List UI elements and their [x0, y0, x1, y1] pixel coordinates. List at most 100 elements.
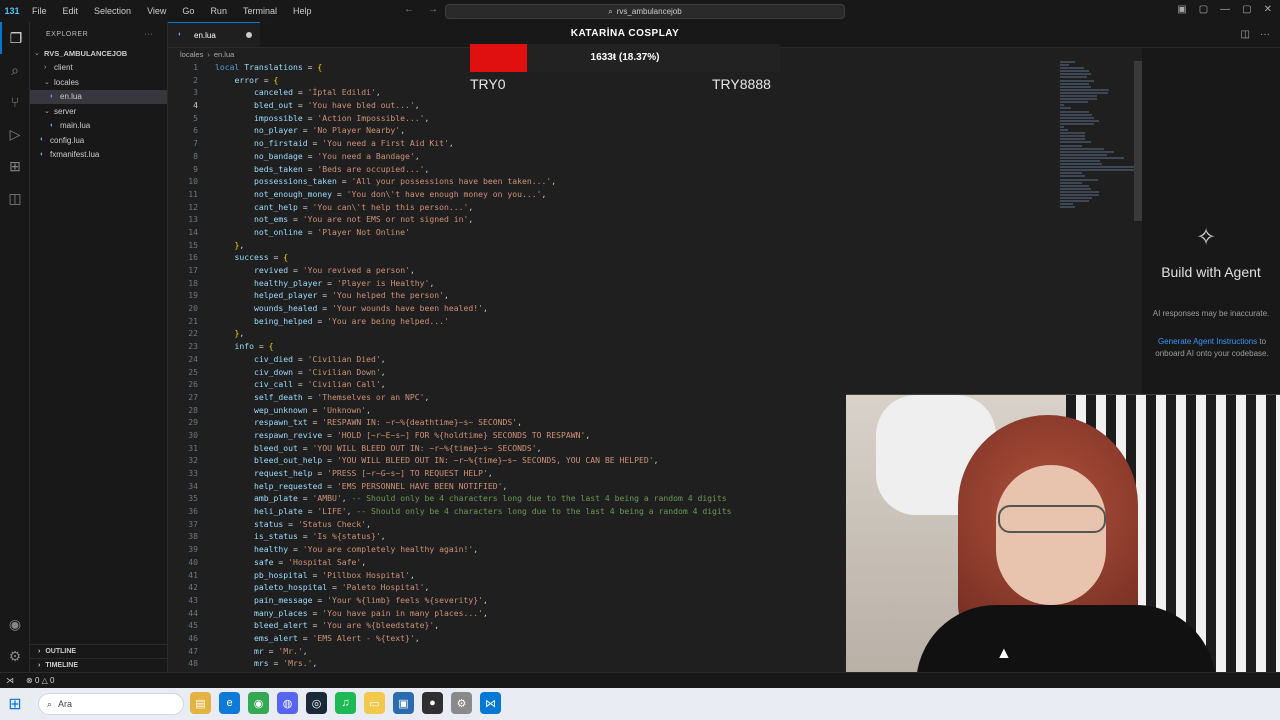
command-center-search[interactable]: ⌕ rvs_ambulancejob [445, 4, 845, 19]
code-line[interactable]: 4 bled_out = 'You have bled out...', [168, 99, 1058, 112]
tree-folder-locales[interactable]: ⌄ locales [30, 75, 167, 90]
agent-instructions: Generate Agent Instructions to onboard A… [1148, 336, 1276, 360]
menu-file[interactable]: File [24, 6, 55, 16]
code-line[interactable]: 14 not_online = 'Player Not Online' [168, 226, 1058, 239]
menu-edit[interactable]: Edit [55, 6, 87, 16]
code-line[interactable]: 18 healthy_player = 'Player is Healthy', [168, 277, 1058, 290]
code-line[interactable]: 21 being_helped = 'You are being helped.… [168, 315, 1058, 328]
tree-file-main-lua[interactable]: ◐ main.lua [30, 119, 167, 134]
minimize-icon[interactable]: — [1220, 4, 1230, 15]
code-line[interactable]: 7 no_firstaid = 'You need a First Aid Ki… [168, 137, 1058, 150]
search-icon[interactable]: ⌕ [0, 54, 30, 86]
settings-icon[interactable]: ⚙ [451, 692, 472, 714]
run-debug-icon[interactable]: ▷ [0, 118, 30, 150]
discord-icon[interactable]: ◍ [277, 692, 298, 714]
more-actions-icon[interactable]: ··· [145, 31, 154, 38]
code-line[interactable]: 26 civ_call = 'Civilian Call', [168, 378, 1058, 391]
minimap-line [1060, 190, 1100, 193]
line-number: 36 [188, 506, 198, 517]
line-number: 8 [193, 150, 198, 161]
account-icon[interactable]: ◉ [0, 608, 30, 640]
menu-run[interactable]: Run [202, 6, 235, 16]
code-line[interactable]: 19 helped_player = 'You helped the perso… [168, 289, 1058, 302]
code-line[interactable]: 25 civ_down = 'Civilian Down', [168, 366, 1058, 379]
windows-start-icon[interactable]: ⊞ [0, 688, 30, 720]
tree-file-fxmanifest-lua[interactable]: ◐ fxmanifest.lua [30, 148, 167, 163]
menu-help[interactable]: Help [285, 6, 320, 16]
app-icon[interactable]: ▣ [393, 692, 414, 714]
menu-go[interactable]: Go [174, 6, 202, 16]
steam-icon[interactable]: ◎ [306, 692, 327, 714]
tree-folder-server[interactable]: ⌄ server [30, 104, 167, 119]
code-text: bleed_alert = 'You are %{bleedstate}', [253, 620, 440, 631]
chevron-right-icon: › [44, 64, 47, 72]
editor-scrollbar[interactable] [1134, 61, 1142, 221]
line-number: 21 [188, 315, 198, 326]
close-icon[interactable]: ✕ [1264, 4, 1272, 15]
unsaved-dot-icon[interactable] [246, 32, 252, 38]
problems-indicator[interactable]: ⊗ 0 △ 0 [20, 676, 54, 685]
code-line[interactable]: 9 beds_taken = 'Beds are occupied...', [168, 163, 1058, 176]
extensions-icon[interactable]: ⊞ [0, 150, 30, 182]
chrome-icon[interactable]: ◉ [248, 692, 269, 714]
code-line[interactable]: 16 success = { [168, 251, 1058, 264]
lua-file-icon: ◐ [40, 136, 45, 144]
minimap-line [1060, 64, 1070, 67]
tab-en-lua[interactable]: ◐ en.lua [168, 22, 260, 47]
code-line[interactable]: 11 not_enough_money = 'You don\'t have e… [168, 188, 1058, 201]
layout-icon[interactable]: ▣ [1177, 4, 1186, 15]
code-line[interactable]: 20 wounds_healed = 'Your wounds have bee… [168, 302, 1058, 315]
obs-icon[interactable]: ● [422, 692, 443, 714]
maximize-icon[interactable]: ▢ [1242, 4, 1251, 15]
code-line[interactable]: 15 }, [168, 239, 1058, 252]
line-number: 34 [188, 480, 198, 491]
more-actions-icon[interactable]: ··· [1260, 29, 1270, 40]
code-line[interactable]: 13 not_ems = 'You are not EMS or not sig… [168, 213, 1058, 226]
folder-icon[interactable]: ▭ [364, 692, 385, 714]
source-control-icon[interactable]: ⑂ [0, 86, 30, 118]
code-line[interactable]: 12 cant_help = 'You can\'t help this per… [168, 201, 1058, 214]
code-line[interactable]: 10 possessions_taken = 'All your possess… [168, 175, 1058, 188]
code-line[interactable]: 3 canceled = 'İptal Edildi', [168, 86, 1058, 99]
remote-icon[interactable]: ◫ [0, 182, 30, 214]
spotify-icon[interactable]: ♫ [335, 692, 356, 714]
menu-terminal[interactable]: Terminal [235, 6, 285, 16]
line-number: 24 [188, 353, 198, 364]
code-line[interactable]: 22 }, [168, 327, 1058, 340]
tree-folder-client[interactable]: › client [30, 61, 167, 76]
breadcrumb-item[interactable]: locales [180, 50, 203, 59]
line-number: 47 [188, 645, 198, 656]
outline-section[interactable]: › OUTLINE [30, 644, 168, 658]
timeline-section[interactable]: › TIMELINE [30, 658, 168, 672]
code-line[interactable]: 5 impossible = 'Action Impossible...', [168, 112, 1058, 125]
explorer-icon[interactable]: ❐ [0, 22, 30, 54]
breadcrumb-item[interactable]: en.lua [214, 50, 234, 59]
menu-view[interactable]: View [139, 6, 174, 16]
editor-actions: ◫ ··· [1241, 22, 1280, 47]
sparkle-chat-icon: ✧ [1196, 224, 1217, 251]
tree-file-config-lua[interactable]: ◐ config.lua [30, 133, 167, 148]
minimap[interactable] [1060, 61, 1134, 241]
line-number: 20 [188, 303, 198, 314]
tree-root[interactable]: ⌄ RVS_AMBULANCEJOB [30, 46, 167, 61]
split-editor-icon[interactable]: ◫ [1241, 29, 1250, 40]
code-line[interactable]: 23 info = { [168, 340, 1058, 353]
code-line[interactable]: 8 no_bandage = 'You need a Bandage', [168, 150, 1058, 163]
manage-gear-icon[interactable]: ⚙ [0, 640, 30, 672]
minimap-line [1060, 79, 1095, 82]
vscode-icon[interactable]: ⋈ [480, 692, 501, 714]
code-line[interactable]: 17 revived = 'You revived a person', [168, 264, 1058, 277]
code-line[interactable]: 2 error = { [168, 74, 1058, 87]
code-line[interactable]: 6 no_player = 'No Player Nearby', [168, 124, 1058, 137]
menu-selection[interactable]: Selection [86, 6, 139, 16]
remote-indicator-icon[interactable]: ⋊ [0, 673, 20, 689]
line-number: 35 [188, 493, 198, 504]
taskbar-search[interactable]: ⌕ Ara [38, 693, 184, 715]
file-explorer-icon[interactable]: ▤ [190, 692, 211, 714]
code-line[interactable]: 24 civ_died = 'Civilian Died', [168, 353, 1058, 366]
generate-instructions-link[interactable]: Generate Agent Instructions [1158, 337, 1257, 346]
search-icon: ⌕ [47, 698, 53, 709]
edge-icon[interactable]: e [219, 692, 240, 714]
tree-file-en-lua[interactable]: ◐ en.lua [30, 89, 167, 104]
sidebar-toggle-icon[interactable]: ▢ [1199, 4, 1208, 15]
